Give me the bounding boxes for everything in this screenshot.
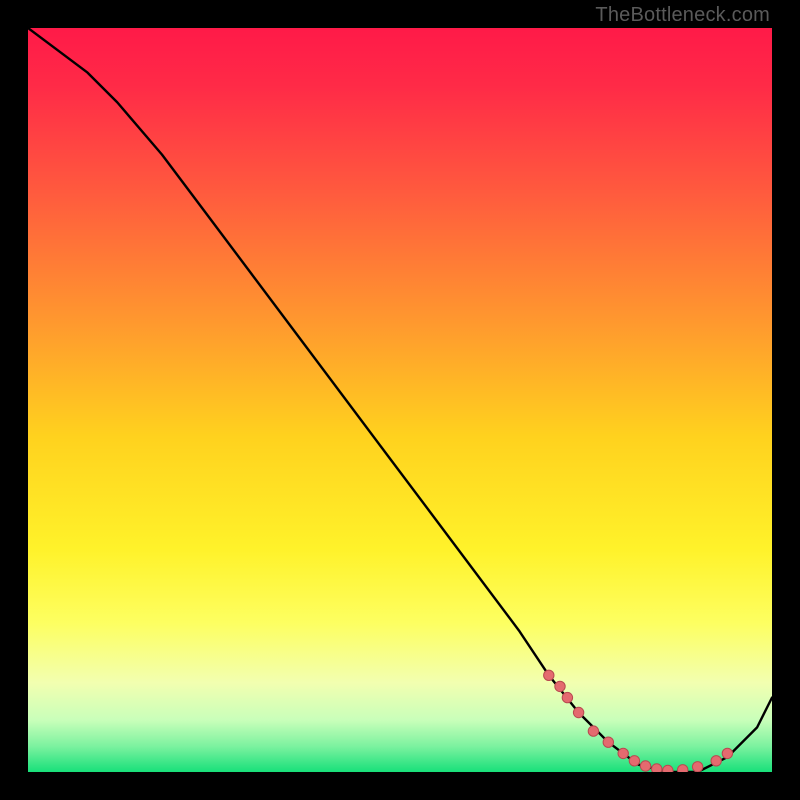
highlight-dot xyxy=(555,681,565,691)
highlight-dot xyxy=(588,726,598,736)
highlight-dot xyxy=(711,756,721,766)
highlight-dot xyxy=(692,762,702,772)
highlight-dot xyxy=(603,737,613,747)
highlight-dot xyxy=(544,670,554,680)
highlight-dot xyxy=(629,756,639,766)
highlight-dot xyxy=(573,707,583,717)
highlight-dot xyxy=(618,748,628,758)
watermark-text: TheBottleneck.com xyxy=(595,4,770,27)
highlight-dot xyxy=(663,765,673,772)
highlight-dot xyxy=(640,761,650,771)
highlight-dot xyxy=(722,748,732,758)
highlight-dot xyxy=(562,692,572,702)
chart-plot xyxy=(28,28,772,772)
chart-frame xyxy=(28,28,772,772)
highlight-dot xyxy=(652,764,662,772)
highlight-dot xyxy=(678,765,688,772)
gradient-background xyxy=(28,28,772,772)
